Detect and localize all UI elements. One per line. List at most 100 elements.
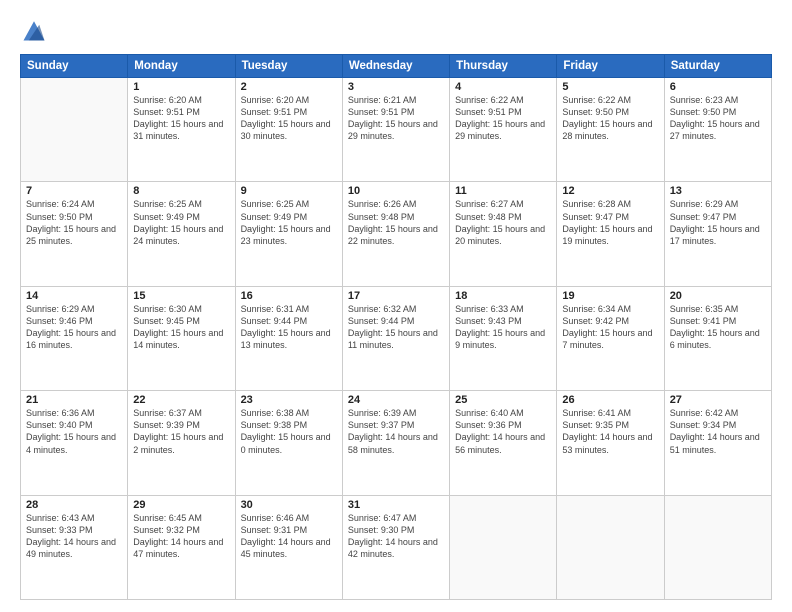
cell-info: Sunrise: 6:26 AMSunset: 9:48 PMDaylight:…: [348, 198, 444, 247]
calendar-cell: 27Sunrise: 6:42 AMSunset: 9:34 PMDayligh…: [664, 391, 771, 495]
cell-day-number: 5: [562, 81, 658, 93]
calendar-cell: 7Sunrise: 6:24 AMSunset: 9:50 PMDaylight…: [21, 182, 128, 286]
calendar-cell: 10Sunrise: 6:26 AMSunset: 9:48 PMDayligh…: [342, 182, 449, 286]
cell-day-number: 28: [26, 499, 122, 511]
calendar-cell: 20Sunrise: 6:35 AMSunset: 9:41 PMDayligh…: [664, 286, 771, 390]
calendar-cell: 12Sunrise: 6:28 AMSunset: 9:47 PMDayligh…: [557, 182, 664, 286]
cell-info: Sunrise: 6:43 AMSunset: 9:33 PMDaylight:…: [26, 512, 122, 561]
calendar-cell: 6Sunrise: 6:23 AMSunset: 9:50 PMDaylight…: [664, 78, 771, 182]
cell-info: Sunrise: 6:20 AMSunset: 9:51 PMDaylight:…: [133, 94, 229, 143]
cell-info: Sunrise: 6:45 AMSunset: 9:32 PMDaylight:…: [133, 512, 229, 561]
calendar-cell: [450, 495, 557, 599]
cell-day-number: 20: [670, 290, 766, 302]
calendar-cell: 29Sunrise: 6:45 AMSunset: 9:32 PMDayligh…: [128, 495, 235, 599]
cell-info: Sunrise: 6:30 AMSunset: 9:45 PMDaylight:…: [133, 303, 229, 352]
calendar-cell: 21Sunrise: 6:36 AMSunset: 9:40 PMDayligh…: [21, 391, 128, 495]
weekday-header: Monday: [128, 55, 235, 78]
cell-day-number: 31: [348, 499, 444, 511]
cell-day-number: 12: [562, 185, 658, 197]
cell-info: Sunrise: 6:37 AMSunset: 9:39 PMDaylight:…: [133, 407, 229, 456]
logo: [20, 16, 54, 44]
weekday-header: Tuesday: [235, 55, 342, 78]
calendar-cell: 17Sunrise: 6:32 AMSunset: 9:44 PMDayligh…: [342, 286, 449, 390]
calendar-header-row: SundayMondayTuesdayWednesdayThursdayFrid…: [21, 55, 772, 78]
calendar-week-row: 1Sunrise: 6:20 AMSunset: 9:51 PMDaylight…: [21, 78, 772, 182]
cell-day-number: 11: [455, 185, 551, 197]
calendar-cell: 5Sunrise: 6:22 AMSunset: 9:50 PMDaylight…: [557, 78, 664, 182]
calendar-cell: 15Sunrise: 6:30 AMSunset: 9:45 PMDayligh…: [128, 286, 235, 390]
calendar-cell: 31Sunrise: 6:47 AMSunset: 9:30 PMDayligh…: [342, 495, 449, 599]
calendar-cell: 4Sunrise: 6:22 AMSunset: 9:51 PMDaylight…: [450, 78, 557, 182]
calendar-cell: 16Sunrise: 6:31 AMSunset: 9:44 PMDayligh…: [235, 286, 342, 390]
calendar-cell: [21, 78, 128, 182]
cell-day-number: 29: [133, 499, 229, 511]
calendar-cell: 9Sunrise: 6:25 AMSunset: 9:49 PMDaylight…: [235, 182, 342, 286]
calendar-cell: 3Sunrise: 6:21 AMSunset: 9:51 PMDaylight…: [342, 78, 449, 182]
cell-info: Sunrise: 6:23 AMSunset: 9:50 PMDaylight:…: [670, 94, 766, 143]
cell-info: Sunrise: 6:46 AMSunset: 9:31 PMDaylight:…: [241, 512, 337, 561]
cell-day-number: 26: [562, 394, 658, 406]
cell-day-number: 13: [670, 185, 766, 197]
cell-day-number: 4: [455, 81, 551, 93]
cell-day-number: 6: [670, 81, 766, 93]
logo-icon: [20, 16, 48, 44]
cell-info: Sunrise: 6:22 AMSunset: 9:51 PMDaylight:…: [455, 94, 551, 143]
cell-info: Sunrise: 6:29 AMSunset: 9:46 PMDaylight:…: [26, 303, 122, 352]
calendar-cell: 13Sunrise: 6:29 AMSunset: 9:47 PMDayligh…: [664, 182, 771, 286]
calendar-cell: 14Sunrise: 6:29 AMSunset: 9:46 PMDayligh…: [21, 286, 128, 390]
weekday-header: Friday: [557, 55, 664, 78]
cell-info: Sunrise: 6:27 AMSunset: 9:48 PMDaylight:…: [455, 198, 551, 247]
cell-day-number: 14: [26, 290, 122, 302]
weekday-header: Sunday: [21, 55, 128, 78]
calendar-cell: 30Sunrise: 6:46 AMSunset: 9:31 PMDayligh…: [235, 495, 342, 599]
cell-day-number: 27: [670, 394, 766, 406]
calendar-cell: 19Sunrise: 6:34 AMSunset: 9:42 PMDayligh…: [557, 286, 664, 390]
cell-info: Sunrise: 6:25 AMSunset: 9:49 PMDaylight:…: [241, 198, 337, 247]
calendar-week-row: 14Sunrise: 6:29 AMSunset: 9:46 PMDayligh…: [21, 286, 772, 390]
cell-info: Sunrise: 6:38 AMSunset: 9:38 PMDaylight:…: [241, 407, 337, 456]
cell-day-number: 25: [455, 394, 551, 406]
cell-day-number: 8: [133, 185, 229, 197]
cell-info: Sunrise: 6:41 AMSunset: 9:35 PMDaylight:…: [562, 407, 658, 456]
cell-info: Sunrise: 6:24 AMSunset: 9:50 PMDaylight:…: [26, 198, 122, 247]
cell-info: Sunrise: 6:40 AMSunset: 9:36 PMDaylight:…: [455, 407, 551, 456]
cell-info: Sunrise: 6:25 AMSunset: 9:49 PMDaylight:…: [133, 198, 229, 247]
calendar-cell: 23Sunrise: 6:38 AMSunset: 9:38 PMDayligh…: [235, 391, 342, 495]
cell-info: Sunrise: 6:36 AMSunset: 9:40 PMDaylight:…: [26, 407, 122, 456]
cell-day-number: 22: [133, 394, 229, 406]
cell-day-number: 19: [562, 290, 658, 302]
calendar-table: SundayMondayTuesdayWednesdayThursdayFrid…: [20, 54, 772, 600]
calendar-cell: 25Sunrise: 6:40 AMSunset: 9:36 PMDayligh…: [450, 391, 557, 495]
cell-day-number: 15: [133, 290, 229, 302]
calendar-cell: 26Sunrise: 6:41 AMSunset: 9:35 PMDayligh…: [557, 391, 664, 495]
cell-info: Sunrise: 6:28 AMSunset: 9:47 PMDaylight:…: [562, 198, 658, 247]
weekday-header: Thursday: [450, 55, 557, 78]
page: SundayMondayTuesdayWednesdayThursdayFrid…: [0, 0, 792, 612]
calendar-cell: 2Sunrise: 6:20 AMSunset: 9:51 PMDaylight…: [235, 78, 342, 182]
cell-info: Sunrise: 6:20 AMSunset: 9:51 PMDaylight:…: [241, 94, 337, 143]
cell-info: Sunrise: 6:33 AMSunset: 9:43 PMDaylight:…: [455, 303, 551, 352]
cell-day-number: 24: [348, 394, 444, 406]
cell-info: Sunrise: 6:29 AMSunset: 9:47 PMDaylight:…: [670, 198, 766, 247]
calendar-cell: 24Sunrise: 6:39 AMSunset: 9:37 PMDayligh…: [342, 391, 449, 495]
cell-day-number: 23: [241, 394, 337, 406]
cell-info: Sunrise: 6:21 AMSunset: 9:51 PMDaylight:…: [348, 94, 444, 143]
cell-info: Sunrise: 6:35 AMSunset: 9:41 PMDaylight:…: [670, 303, 766, 352]
cell-info: Sunrise: 6:22 AMSunset: 9:50 PMDaylight:…: [562, 94, 658, 143]
cell-day-number: 9: [241, 185, 337, 197]
cell-day-number: 18: [455, 290, 551, 302]
cell-day-number: 10: [348, 185, 444, 197]
cell-info: Sunrise: 6:31 AMSunset: 9:44 PMDaylight:…: [241, 303, 337, 352]
cell-info: Sunrise: 6:32 AMSunset: 9:44 PMDaylight:…: [348, 303, 444, 352]
cell-day-number: 3: [348, 81, 444, 93]
calendar-week-row: 28Sunrise: 6:43 AMSunset: 9:33 PMDayligh…: [21, 495, 772, 599]
calendar-week-row: 21Sunrise: 6:36 AMSunset: 9:40 PMDayligh…: [21, 391, 772, 495]
header: [20, 16, 772, 44]
calendar-cell: 8Sunrise: 6:25 AMSunset: 9:49 PMDaylight…: [128, 182, 235, 286]
cell-info: Sunrise: 6:42 AMSunset: 9:34 PMDaylight:…: [670, 407, 766, 456]
cell-day-number: 30: [241, 499, 337, 511]
cell-day-number: 21: [26, 394, 122, 406]
cell-info: Sunrise: 6:34 AMSunset: 9:42 PMDaylight:…: [562, 303, 658, 352]
cell-day-number: 2: [241, 81, 337, 93]
weekday-header: Saturday: [664, 55, 771, 78]
